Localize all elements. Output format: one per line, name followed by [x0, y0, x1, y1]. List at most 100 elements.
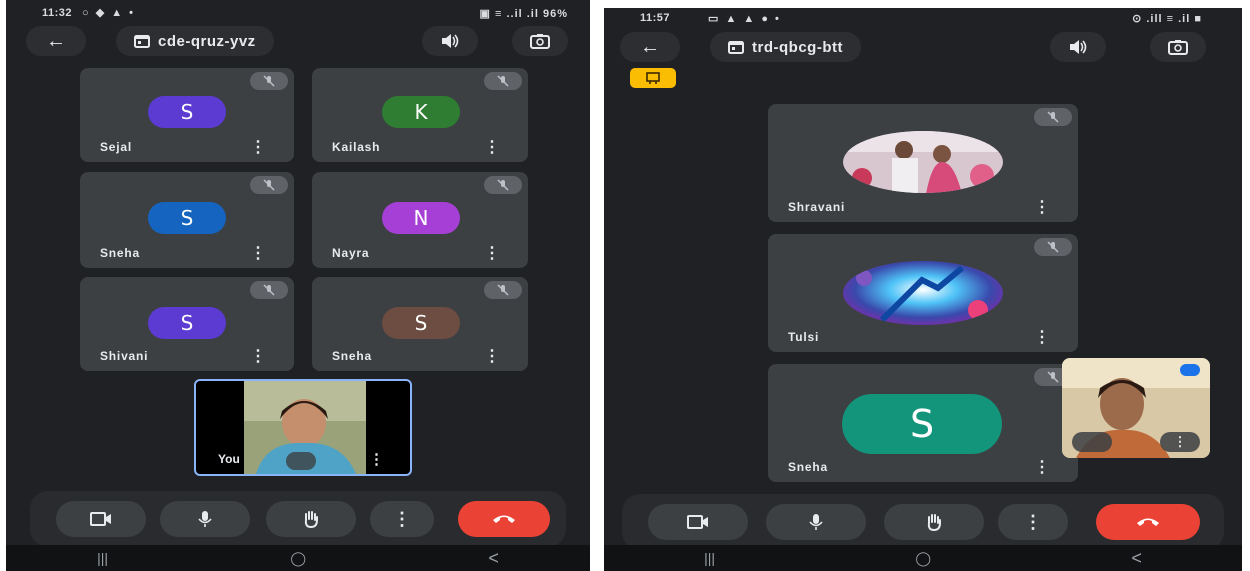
meeting-code: cde-qruz-yvz	[158, 32, 256, 50]
flip-camera-icon	[530, 34, 550, 49]
muted-mic-icon	[484, 176, 522, 194]
nav-back-icon[interactable]: <	[1131, 548, 1142, 569]
camera-toggle-button[interactable]	[56, 501, 146, 537]
android-nav-bar: ||| ◯ <	[604, 545, 1242, 571]
nav-home-icon[interactable]: ◯	[915, 550, 931, 567]
participant-name: Shivani	[100, 349, 149, 363]
left-phone-screen: 11:32 ○ ◆ ▲ • ▣ ≡ ..il .il 96% ← cde-qru…	[6, 0, 590, 571]
participant-name: Sneha	[100, 246, 141, 260]
android-nav-bar: ||| ◯ <	[6, 545, 590, 571]
calendar-icon	[134, 35, 150, 48]
meeting-code-chip[interactable]: trd-qbcg-btt	[710, 32, 861, 62]
status-time: 11:32	[42, 7, 73, 19]
participant-name: Sejal	[100, 140, 133, 154]
participant-tile[interactable]: S Sneha ⋮	[312, 277, 528, 371]
participant-name: Nayra	[332, 246, 370, 260]
participant-tile[interactable]: S Sneha ⋮	[768, 364, 1078, 482]
more-options-icon[interactable]: ⋮	[1034, 200, 1050, 216]
more-options-icon[interactable]: ⋮	[250, 140, 266, 156]
muted-mic-icon	[250, 281, 288, 299]
flip-camera-button[interactable]	[1150, 32, 1206, 62]
status-bar: 11:57 ▭ ▲ ▲ ● • ⊙ .ill ≡ .il ■	[604, 8, 1242, 30]
microphone-icon	[198, 511, 212, 527]
status-bar: 11:32 ○ ◆ ▲ • ▣ ≡ ..il .il 96%	[6, 0, 590, 26]
video-camera-icon	[687, 515, 708, 529]
avatar: S	[148, 202, 226, 234]
more-options-icon[interactable]: ⋮	[250, 246, 266, 262]
participant-name: Tulsi	[788, 330, 820, 344]
muted-mic-icon	[484, 281, 522, 299]
participant-tile[interactable]: S Shivani ⋮	[80, 277, 294, 371]
participant-name: Shravani	[788, 200, 846, 214]
more-vert-icon: ⋮	[1024, 511, 1042, 532]
more-options-icon[interactable]: ⋮	[484, 246, 500, 262]
top-bar: ← cde-qruz-yvz	[6, 26, 590, 60]
end-call-button[interactable]	[458, 501, 550, 537]
speaker-icon	[442, 34, 459, 48]
more-options-button[interactable]: ⋮	[998, 504, 1068, 540]
participant-tile[interactable]: K Kailash ⋮	[312, 68, 528, 162]
avatar: N	[382, 202, 460, 234]
nav-recents-icon[interactable]: |||	[704, 550, 715, 566]
participant-tile[interactable]: Tulsi ⋮	[768, 234, 1078, 352]
more-options-icon[interactable]: ⋮	[484, 140, 500, 156]
nav-home-icon[interactable]: ◯	[290, 550, 306, 567]
pip-icon[interactable]	[1072, 432, 1112, 452]
meeting-info-badge[interactable]	[630, 68, 676, 88]
meeting-code: trd-qbcg-btt	[752, 38, 843, 56]
mic-toggle-button[interactable]	[160, 501, 250, 537]
status-time: 11:57	[640, 12, 671, 24]
more-options-icon[interactable]: ⋮	[369, 450, 384, 468]
speaker-button[interactable]	[422, 26, 478, 56]
end-call-button[interactable]	[1096, 504, 1200, 540]
more-options-icon[interactable]: ⋮	[484, 349, 500, 365]
self-label: You	[218, 452, 240, 466]
flip-camera-button[interactable]	[512, 26, 568, 56]
back-button[interactable]: ←	[26, 26, 86, 56]
participant-name: Kailash	[332, 140, 381, 154]
avatar: S	[382, 307, 460, 339]
participant-name: Sneha	[332, 349, 373, 363]
more-options-icon[interactable]: ⋮	[1034, 460, 1050, 476]
raise-hand-icon	[304, 511, 318, 529]
participant-tile[interactable]: Shravani ⋮	[768, 104, 1078, 222]
avatar: S	[148, 307, 226, 339]
self-view-tile[interactable]: You ⋮	[194, 379, 412, 476]
speaker-button[interactable]	[1050, 32, 1106, 62]
muted-mic-icon	[1034, 238, 1072, 256]
camera-toggle-button[interactable]	[648, 504, 748, 540]
top-bar: ← trd-qbcg-btt	[604, 32, 1242, 66]
back-arrow-icon: ←	[640, 35, 660, 58]
video-camera-icon	[90, 512, 111, 526]
nav-back-icon[interactable]: <	[488, 548, 499, 569]
pip-icon[interactable]	[286, 452, 316, 470]
raise-hand-button[interactable]	[266, 501, 356, 537]
avatar: S	[842, 394, 1002, 454]
right-phone-screen: 11:57 ▭ ▲ ▲ ● • ⊙ .ill ≡ .il ■ ← trd-qbc…	[604, 8, 1242, 571]
more-options-icon[interactable]: ⋮	[1160, 432, 1200, 452]
microphone-icon	[809, 514, 823, 530]
participant-tile[interactable]: S Sejal ⋮	[80, 68, 294, 162]
mic-toggle-button[interactable]	[766, 504, 866, 540]
more-options-icon[interactable]: ⋮	[1034, 330, 1050, 346]
more-options-icon[interactable]: ⋮	[250, 349, 266, 365]
raise-hand-button[interactable]	[884, 504, 984, 540]
muted-mic-icon	[250, 72, 288, 90]
speaker-icon	[1070, 40, 1087, 54]
status-notification-icons: ▭ ▲ ▲ ● •	[708, 13, 781, 25]
more-options-button[interactable]: ⋮	[370, 501, 434, 537]
nav-recents-icon[interactable]: |||	[97, 550, 108, 566]
status-battery: ▣ ≡ ..il .il 96%	[479, 8, 568, 20]
back-arrow-icon: ←	[46, 29, 66, 52]
back-button[interactable]: ←	[620, 32, 680, 62]
end-call-icon	[1137, 518, 1159, 526]
self-view-tile[interactable]: ⋮	[1062, 358, 1210, 458]
flip-camera-icon	[1168, 40, 1188, 55]
participant-photo	[843, 261, 1003, 325]
end-call-icon	[493, 515, 515, 523]
status-notification-icons: ○ ◆ ▲ •	[82, 7, 136, 19]
participant-tile[interactable]: S Sneha ⋮	[80, 172, 294, 268]
participant-tile[interactable]: N Nayra ⋮	[312, 172, 528, 268]
meeting-code-chip[interactable]: cde-qruz-yvz	[116, 26, 274, 56]
avatar: K	[382, 96, 460, 128]
